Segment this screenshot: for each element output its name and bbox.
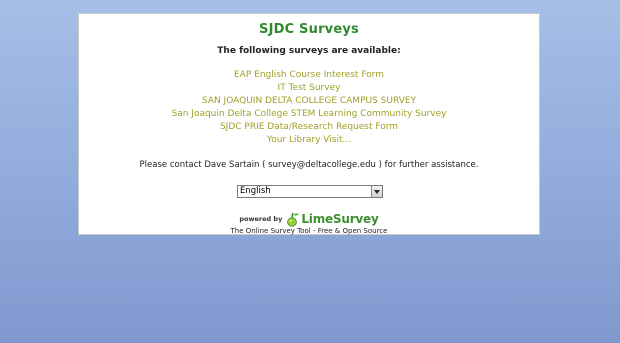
powered-by-badge[interactable]: powered by LimeSurvey (79, 211, 539, 227)
intro-text: The following surveys are available: (217, 46, 401, 56)
footer-tagline: The Online Survey Tool - Free & Open Sou… (230, 227, 388, 235)
survey-link-campus-survey[interactable]: SAN JOAQUIN DELTA COLLEGE CAMPUS SURVEY (202, 96, 416, 106)
powered-by-label: powered by (239, 215, 283, 223)
language-select[interactable]: English (237, 185, 383, 198)
list-item: SJDC PRIE Data/Research Request Form (79, 121, 539, 134)
language-select-value: English (240, 186, 271, 196)
limesurvey-logo-text: LimeSurvey (301, 212, 379, 226)
survey-link-library-visit[interactable]: Your Library Visit... (267, 135, 351, 145)
limesurvey-logo[interactable]: LimeSurvey (286, 212, 379, 227)
chevron-down-icon[interactable] (371, 186, 382, 197)
contact-text: Please contact Dave Sartain ( survey@del… (139, 160, 479, 170)
survey-link-stem-community[interactable]: San Joaquin Delta College STEM Learning … (172, 109, 447, 119)
list-item: San Joaquin Delta College STEM Learning … (79, 108, 539, 121)
survey-link-it-test[interactable]: IT Test Survey (278, 83, 341, 93)
lime-icon (287, 212, 300, 227)
survey-list: EAP English Course Interest Form IT Test… (79, 69, 539, 147)
page-title: SJDC Surveys (259, 22, 359, 37)
list-item: EAP English Course Interest Form (79, 69, 539, 82)
list-item: SAN JOAQUIN DELTA COLLEGE CAMPUS SURVEY (79, 95, 539, 108)
survey-link-prie-request[interactable]: SJDC PRIE Data/Research Request Form (220, 122, 398, 132)
surveys-panel: SJDC Surveys The following surveys are a… (78, 13, 540, 235)
list-item: Your Library Visit... (79, 134, 539, 147)
survey-link-eap-english[interactable]: EAP English Course Interest Form (234, 70, 384, 80)
list-item: IT Test Survey (79, 82, 539, 95)
